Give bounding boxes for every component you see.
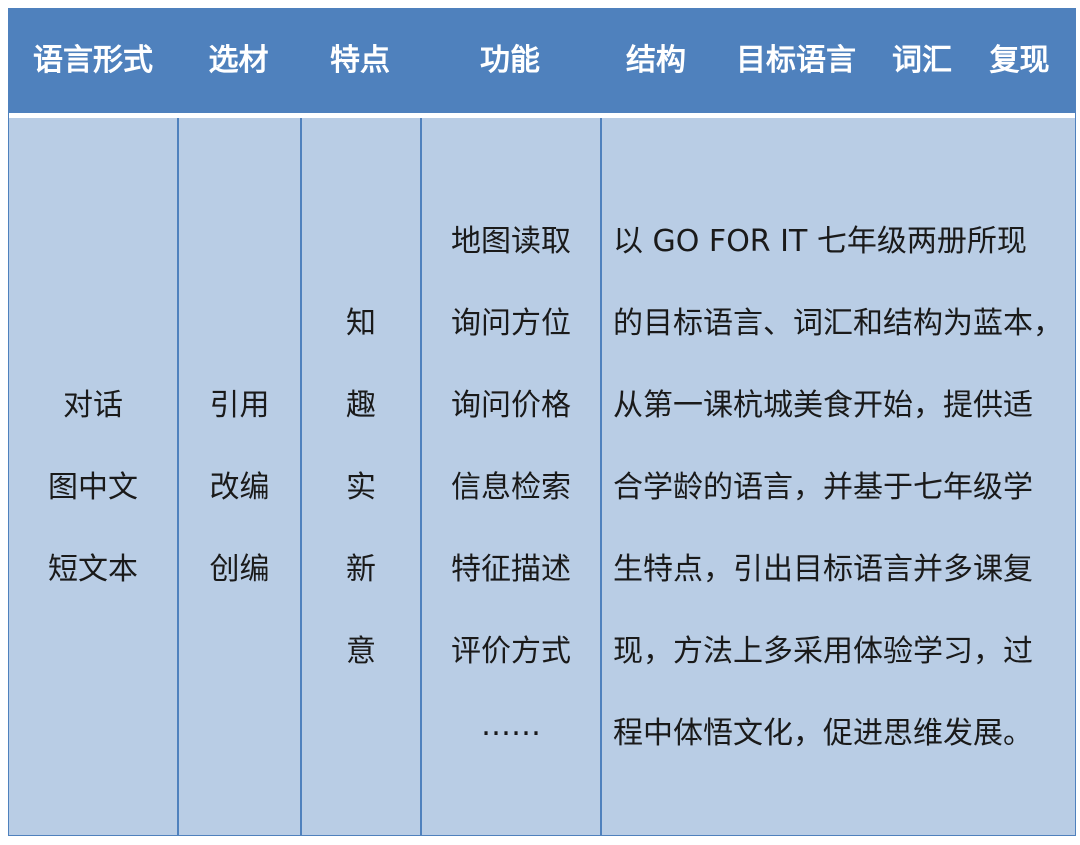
- function-item: 信息检索: [451, 470, 571, 505]
- feature-char: 实: [346, 470, 376, 505]
- language-form-item: 对话: [63, 388, 123, 423]
- header-functions: 功能: [480, 43, 540, 78]
- cell-features: 知 趣 实 新 意: [302, 118, 420, 835]
- description-line: 的目标语言、词汇和结构为蓝本，: [613, 306, 1063, 341]
- header-structure: 结构: [626, 43, 686, 78]
- description-line: 现，方法上多采用体验学习，过: [613, 634, 1033, 669]
- description-line: 生特点，引出目标语言并多课复: [613, 552, 1033, 587]
- description-line: 从第一课杭城美食开始，提供适: [613, 388, 1033, 423]
- material-item: 创编: [209, 552, 270, 587]
- function-item: 地图读取: [451, 224, 571, 259]
- language-form-item: 短文本: [48, 552, 138, 587]
- header-vocabulary: 词汇: [892, 43, 952, 78]
- function-item: 特征描述: [451, 552, 571, 587]
- description-line: 合学龄的语言，并基于七年级学: [613, 470, 1033, 505]
- table-header: 语言形式 选材 特点 功能 结构 目标语言 词汇 复现: [9, 9, 1075, 113]
- language-form-item: 图中文: [48, 470, 138, 505]
- material-item: 改编: [209, 470, 270, 505]
- feature-char: 趣: [346, 388, 376, 423]
- table-row: 对话 图中文 短文本 引用 改编 创编 知 趣 实 新 意 地图读取 询问方位 …: [9, 118, 1075, 835]
- function-item: 评价方式: [451, 634, 571, 669]
- column-divider: [600, 118, 602, 835]
- cell-language-form: 对话 图中文 短文本: [9, 118, 177, 835]
- function-item-ellipsis: ……: [481, 708, 541, 743]
- description-line: 以 GO FOR IT 七年级两册所现: [613, 224, 1027, 259]
- cell-functions: 地图读取 询问方位 询问价格 信息检索 特征描述 评价方式 ……: [422, 118, 600, 835]
- feature-char: 知: [346, 306, 376, 341]
- function-item: 询问价格: [451, 388, 571, 423]
- feature-char: 意: [346, 634, 376, 669]
- header-features: 特点: [330, 43, 390, 78]
- function-item: 询问方位: [451, 306, 571, 341]
- feature-char: 新: [346, 552, 376, 587]
- header-language-form: 语言形式: [33, 43, 153, 78]
- header-target-language: 目标语言: [736, 43, 856, 78]
- description-line: 程中体悟文化，促进思维发展。: [613, 716, 1033, 751]
- header-material: 选材: [208, 43, 269, 78]
- cell-material: 引用 改编 创编: [179, 118, 300, 835]
- material-item: 引用: [209, 388, 270, 423]
- header-recurrence: 复现: [989, 43, 1050, 78]
- curriculum-table: 语言形式 选材 特点 功能 结构 目标语言 词汇 复现 对话 图中文 短文本 引…: [8, 8, 1076, 836]
